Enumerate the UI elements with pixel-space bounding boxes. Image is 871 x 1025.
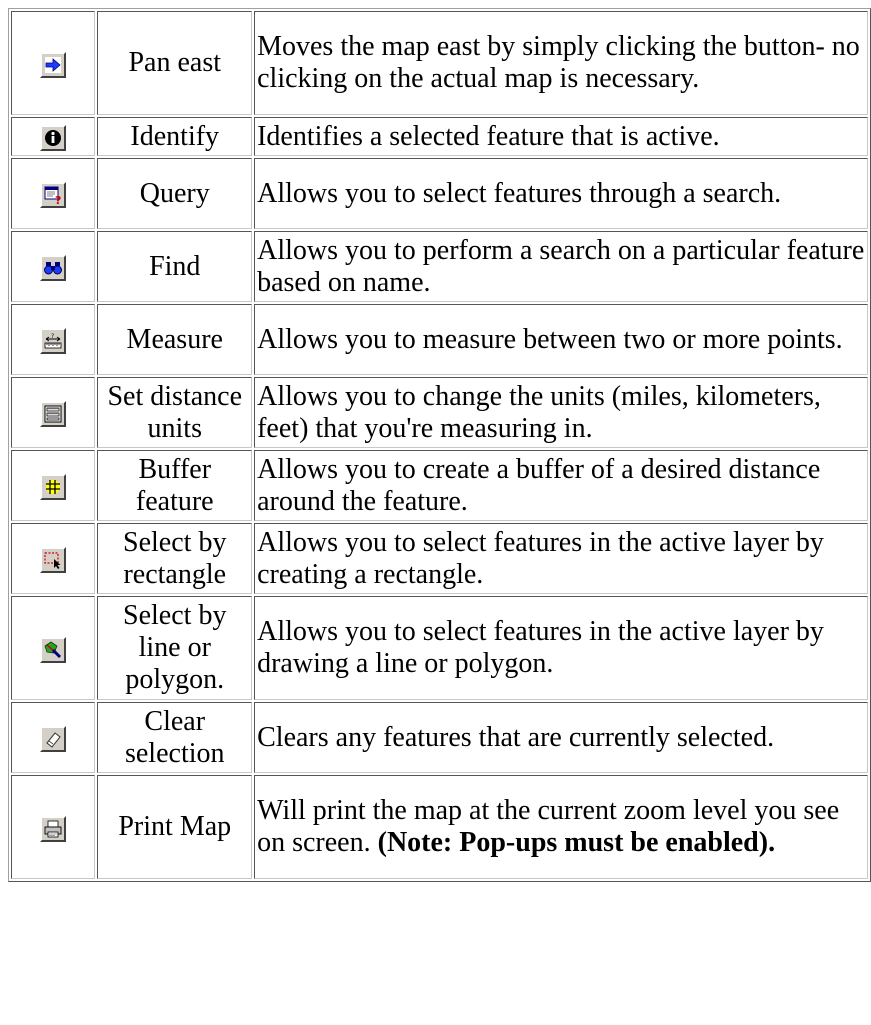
table-row: Clear selection Clears any features that… bbox=[11, 702, 868, 773]
printer-icon[interactable] bbox=[40, 815, 67, 842]
select-polygon-icon[interactable] bbox=[40, 636, 67, 663]
tool-name: Identify bbox=[97, 117, 253, 156]
tools-table: Pan east Moves the map east by simply cl… bbox=[8, 8, 871, 882]
tool-name: Clear selection bbox=[97, 702, 253, 773]
ruler-units-icon[interactable] bbox=[40, 401, 67, 428]
table-row: Pan east Moves the map east by simply cl… bbox=[11, 11, 868, 115]
tool-description: Allows you to select features in the act… bbox=[254, 596, 868, 700]
tool-name: Query bbox=[97, 158, 253, 229]
tool-name: Find bbox=[97, 231, 253, 302]
tool-description: Identifies a selected feature that is ac… bbox=[254, 117, 868, 156]
table-row: Find Allows you to perform a search on a… bbox=[11, 231, 868, 302]
query-icon[interactable]: ? bbox=[40, 182, 67, 209]
tool-name: Measure bbox=[97, 304, 253, 375]
binoculars-icon[interactable] bbox=[40, 255, 67, 282]
table-row: Set distance units Allows you to change … bbox=[11, 377, 868, 448]
buffer-icon[interactable] bbox=[40, 474, 67, 501]
table-row: Buffer feature Allows you to create a bu… bbox=[11, 450, 868, 521]
table-row: ? Measure Allows you to measure between … bbox=[11, 304, 868, 375]
tool-description: Allows you to measure between two or mor… bbox=[254, 304, 868, 375]
tool-name: Select by rectangle bbox=[97, 523, 253, 594]
tool-description: Allows you to select features in the act… bbox=[254, 523, 868, 594]
tool-name: Buffer feature bbox=[97, 450, 253, 521]
table-row: Print Map Will print the map at the curr… bbox=[11, 775, 868, 879]
table-row: Select by line or polygon. Allows you to… bbox=[11, 596, 868, 700]
arrow-right-icon[interactable] bbox=[40, 51, 67, 78]
note-text: (Note: Pop-ups must be enabled). bbox=[377, 827, 776, 858]
tool-name: Pan east bbox=[97, 11, 253, 115]
tool-description: Clears any features that are currently s… bbox=[254, 702, 868, 773]
table-row: Identify Identifies a selected feature t… bbox=[11, 117, 868, 156]
tool-name: Set distance units bbox=[97, 377, 253, 448]
eraser-icon[interactable] bbox=[40, 726, 67, 753]
tool-description: Will print the map at the current zoom l… bbox=[254, 775, 868, 879]
tool-description: Allows you to change the units (miles, k… bbox=[254, 377, 868, 448]
select-rectangle-icon[interactable] bbox=[40, 547, 67, 574]
info-icon[interactable] bbox=[40, 125, 67, 152]
svg-text:?: ? bbox=[51, 333, 54, 340]
table-row: ? Query Allows you to select features th… bbox=[11, 158, 868, 229]
tool-name: Select by line or polygon. bbox=[97, 596, 253, 700]
tool-description: Moves the map east by simply clicking th… bbox=[254, 11, 868, 115]
measure-icon[interactable]: ? bbox=[40, 328, 67, 355]
tool-name: Print Map bbox=[97, 775, 253, 879]
tool-description: Allows you to perform a search on a part… bbox=[254, 231, 868, 302]
table-row: Select by rectangle Allows you to select… bbox=[11, 523, 868, 594]
tool-description: Allows you to select features through a … bbox=[254, 158, 868, 229]
svg-text:?: ? bbox=[55, 194, 61, 206]
tool-description: Allows you to create a buffer of a desir… bbox=[254, 450, 868, 521]
